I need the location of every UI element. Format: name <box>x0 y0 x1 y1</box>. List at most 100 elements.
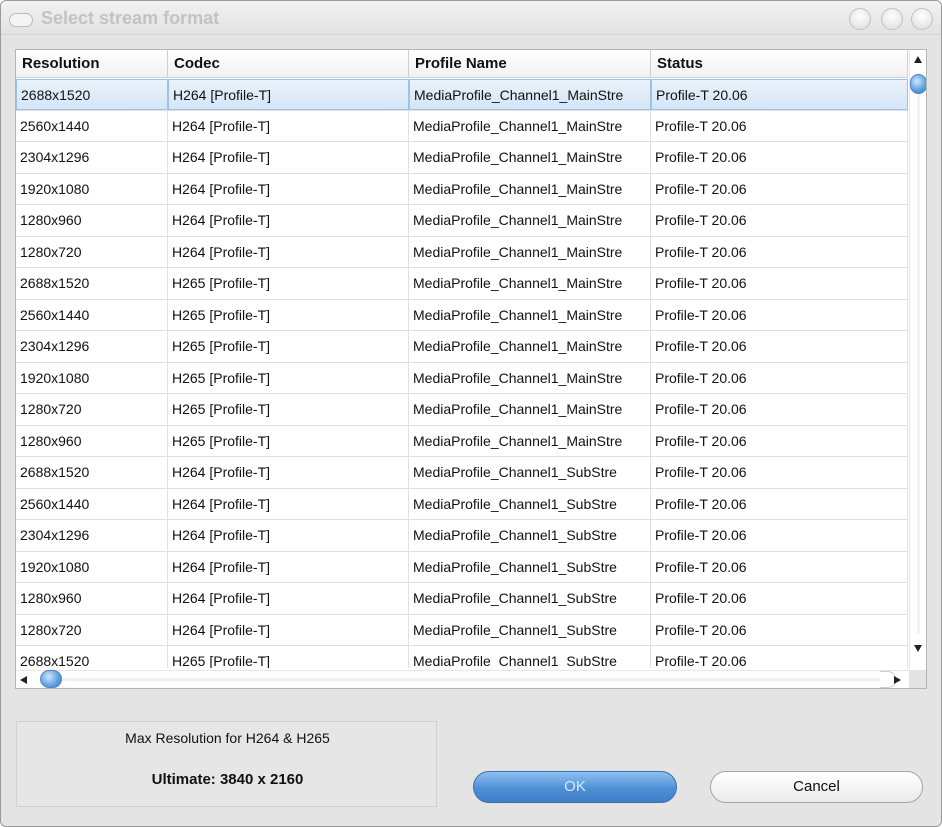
cell-status: Profile-T 20.06 <box>651 646 908 668</box>
cell-codec: H265 [Profile-T] <box>168 362 409 393</box>
cell-status: Profile-T 20.06 <box>651 457 908 488</box>
cell-status: Profile-T 20.06 <box>651 551 908 582</box>
table-row[interactable]: 2688x1520 H264 [Profile-T] MediaProfile_Ch… <box>16 79 908 111</box>
cell-profile-name: MediaProfile_Channel1_MainStre <box>409 205 651 236</box>
table-body: 2688x1520 H264 [Profile-T] MediaProfile_Ch… <box>16 79 908 668</box>
cell-resolution: 1280x960 <box>16 425 168 456</box>
cell-resolution: 2688x1520 <box>16 268 168 299</box>
table-row[interactable]: 1280x960 H264 [Profile-T] MediaProfile_Cha… <box>16 583 908 615</box>
cell-profile-name: MediaProfile_Channel1_SubStre <box>409 583 651 614</box>
cell-resolution: 1920x1080 <box>16 173 168 204</box>
cell-status: Profile-T 20.06 <box>651 205 908 236</box>
table-row[interactable]: 2688x1520 H264 [Profile-T] MediaProfile_Ch… <box>16 457 908 489</box>
vertical-scroll-track[interactable] <box>917 94 920 634</box>
cancel-button[interactable]: Cancel <box>710 771 923 803</box>
cell-status: Profile-T 20.06 <box>651 236 908 267</box>
cell-profile-name: MediaProfile_Channel1_SubStre <box>409 457 651 488</box>
cell-profile-name: MediaProfile_Channel1_SubStre <box>409 551 651 582</box>
cell-resolution: 2560x1440 <box>16 110 168 141</box>
table-row[interactable]: 2560x1440 H265 [Profile-T] MediaProfile_Ch… <box>16 299 908 331</box>
cell-resolution: 1920x1080 <box>16 551 168 582</box>
cell-profile-name: MediaProfile_Channel1_MainStre <box>409 110 651 141</box>
cell-codec: H265 [Profile-T] <box>168 646 409 668</box>
max-resolution-label: Max Resolution for H264 & H265 <box>125 730 330 746</box>
scrollbar-corner <box>909 670 926 688</box>
cell-profile-name: MediaProfile_Channel1_MainStre <box>409 425 651 456</box>
table-row[interactable]: 1920x1080 H265 [Profile-T] MediaProfile_Ch… <box>16 362 908 394</box>
cell-resolution: 2688x1520 <box>16 79 168 110</box>
title-bar[interactable]: Select stream format <box>1 1 941 35</box>
cell-status: Profile-T 20.06 <box>651 331 908 362</box>
cell-profile-name: MediaProfile_Channel1_MainStre <box>409 394 651 425</box>
column-header-codec[interactable]: Codec <box>168 50 409 78</box>
table-row[interactable]: 1280x960 H265 [Profile-T] MediaProfile_Cha… <box>16 425 908 457</box>
cell-resolution: 2304x1296 <box>16 520 168 551</box>
vertical-scroll-thumb[interactable] <box>910 74 926 94</box>
cell-profile-name: MediaProfile_Channel1_SubStre <box>409 520 651 551</box>
cell-status: Profile-T 20.06 <box>651 173 908 204</box>
window-menu-icon[interactable] <box>9 13 33 27</box>
cell-profile-name: MediaProfile_Channel1_MainStre <box>409 173 651 204</box>
cell-resolution: 2688x1520 <box>16 646 168 668</box>
cell-codec: H265 [Profile-T] <box>168 331 409 362</box>
window-title: Select stream format <box>41 8 220 28</box>
table-row[interactable]: 2688x1520 H265 [Profile-T] MediaProfile_Ch… <box>16 268 908 300</box>
maximize-button[interactable] <box>881 8 903 30</box>
max-resolution-value: Ultimate: 3840 x 2160 <box>151 771 304 788</box>
minimize-button[interactable] <box>849 8 871 30</box>
cell-codec: H265 [Profile-T] <box>168 299 409 330</box>
scroll-up-arrow-icon[interactable] <box>914 56 922 63</box>
cell-codec: H264 [Profile-T] <box>168 205 409 236</box>
column-header-profile-name[interactable]: Profile Name <box>409 50 651 78</box>
horizontal-scrollbar[interactable] <box>16 670 909 688</box>
cell-status: Profile-T 20.06 <box>651 614 908 645</box>
vertical-scrollbar[interactable] <box>909 50 926 670</box>
cell-profile-name: MediaProfile_Channel1_SubStre <box>409 646 651 668</box>
table-row[interactable]: 1920x1080 H264 [Profile-T] MediaProfile_Ch… <box>16 173 908 205</box>
cell-codec: H264 [Profile-T] <box>168 236 409 267</box>
stream-format-table: Resolution Codec Profile Name Status 268… <box>15 49 927 689</box>
cell-status: Profile-T 20.06 <box>651 142 908 173</box>
cell-resolution: 2304x1296 <box>16 331 168 362</box>
cell-status: Profile-T 20.06 <box>651 79 908 110</box>
cell-codec: H265 [Profile-T] <box>168 268 409 299</box>
cell-codec: H264 [Profile-T] <box>168 488 409 519</box>
cell-profile-name: MediaProfile_Channel1_SubStre <box>409 488 651 519</box>
horizontal-scroll-track[interactable] <box>62 678 884 681</box>
cell-status: Profile-T 20.06 <box>651 268 908 299</box>
cell-codec: H265 [Profile-T] <box>168 394 409 425</box>
table-row[interactable]: 1920x1080 H264 [Profile-T] MediaProfile_Ch… <box>16 551 908 583</box>
table-row[interactable]: 2304x1296 H265 [Profile-T] MediaProfile_Ch… <box>16 331 908 363</box>
max-resolution-panel: Max Resolution for H264 & H265 Ultimate:… <box>16 721 437 807</box>
close-button[interactable] <box>911 8 933 30</box>
cell-status: Profile-T 20.06 <box>651 488 908 519</box>
cell-profile-name: MediaProfile_Channel1_MainStre <box>409 236 651 267</box>
table-row[interactable]: 2560x1440 H264 [Profile-T] MediaProfile_Ch… <box>16 110 908 142</box>
cell-resolution: 2560x1440 <box>16 488 168 519</box>
cell-status: Profile-T 20.06 <box>651 520 908 551</box>
scroll-left-arrow-icon[interactable] <box>20 676 27 684</box>
scroll-down-arrow-icon[interactable] <box>914 645 922 652</box>
ok-button[interactable]: OK <box>473 771 677 803</box>
table-row[interactable]: 2304x1296 H264 [Profile-T] MediaProfile_Ch… <box>16 142 908 174</box>
table-row[interactable]: 1280x960 H264 [Profile-T] MediaProfile_Cha… <box>16 205 908 237</box>
table-row[interactable]: 2688x1520 H265 [Profile-T] MediaProfile_Ch… <box>16 646 908 668</box>
cell-codec: H264 [Profile-T] <box>168 551 409 582</box>
table-row[interactable]: 1280x720 H264 [Profile-T] MediaProfile_Cha… <box>16 614 908 646</box>
cell-resolution: 2304x1296 <box>16 142 168 173</box>
cell-resolution: 1280x960 <box>16 583 168 614</box>
horizontal-scroll-thumb[interactable] <box>40 670 62 688</box>
cell-codec: H264 [Profile-T] <box>168 520 409 551</box>
table-row[interactable]: 1280x720 H264 [Profile-T] MediaProfile_Cha… <box>16 236 908 268</box>
cell-codec: H264 [Profile-T] <box>168 142 409 173</box>
table-header: Resolution Codec Profile Name Status <box>16 50 908 78</box>
cell-profile-name: MediaProfile_Channel1_MainStre <box>409 142 651 173</box>
scroll-right-arrow-icon[interactable] <box>894 676 901 684</box>
cell-codec: H264 [Profile-T] <box>168 614 409 645</box>
column-header-resolution[interactable]: Resolution <box>16 50 168 78</box>
table-row[interactable]: 2560x1440 H264 [Profile-T] MediaProfile_Ch… <box>16 488 908 520</box>
table-row[interactable]: 2304x1296 H264 [Profile-T] MediaProfile_Ch… <box>16 520 908 552</box>
column-header-status[interactable]: Status <box>651 50 908 78</box>
cell-profile-name: MediaProfile_Channel1_MainStre <box>409 268 651 299</box>
table-row[interactable]: 1280x720 H265 [Profile-T] MediaProfile_Cha… <box>16 394 908 426</box>
